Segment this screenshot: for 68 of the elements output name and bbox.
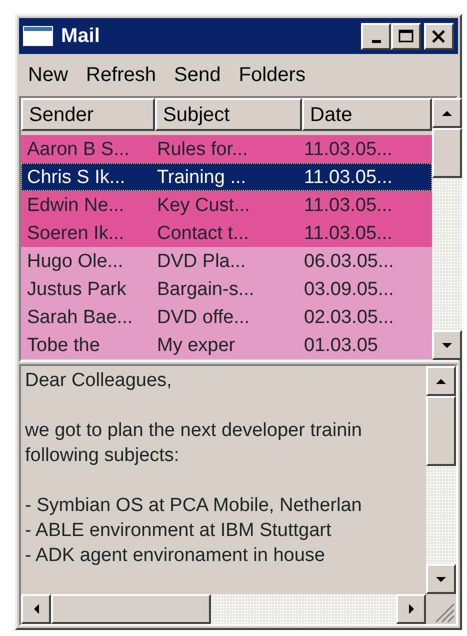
table-cell-text: Rules for... [156, 140, 249, 158]
scroll-up-button[interactable] [426, 366, 456, 396]
text-line: following subjects: [25, 444, 180, 468]
table-cell-text: Tobe the [26, 336, 101, 354]
table-cell-text: 01.03.05 [303, 336, 379, 354]
maximize-icon [398, 28, 414, 44]
column-header[interactable]: Date [302, 98, 432, 131]
table-cell-text: Contact t... [156, 224, 250, 242]
scrollbar-thumb[interactable] [432, 128, 462, 178]
table-row[interactable]: Chris S Ik... Training ... 11.03.05... [21, 163, 432, 191]
column-header[interactable]: Sender [21, 98, 155, 131]
table-cell-text: Training ... [156, 168, 248, 186]
scrollbar-thumb[interactable] [426, 396, 456, 466]
table-row[interactable]: Justus Park Bargain-s... 03.09.05... [21, 275, 432, 303]
table-cell-text: DVD offe... [156, 308, 251, 326]
table-cell-text: Soeren Ik... [26, 224, 126, 242]
table-cell-text: Aaron B S... [26, 140, 130, 158]
minimize-icon [372, 40, 380, 42]
left-arrow-icon [32, 603, 40, 615]
right-arrow-icon [406, 603, 416, 615]
window-icon [23, 26, 53, 46]
menu-item[interactable]: New [19, 65, 78, 85]
table-row[interactable]: Tobe the My exper 01.03.05 [21, 331, 432, 359]
table-cell-text: Key Cust... [156, 196, 251, 214]
table-cell-text: Sarah Bae... [26, 308, 134, 326]
text-line: - Symbian OS at PCA Mobile, Netherlan [25, 494, 362, 518]
table-cell-text: 11.03.05... [303, 168, 394, 186]
maximize-button[interactable] [391, 22, 421, 50]
table-cell-text: 03.09.05... [303, 280, 395, 298]
table-cell-text: Chris S Ik... [26, 168, 126, 186]
table-cell-text: Bargain-s... [156, 280, 256, 298]
scroll-down-button[interactable] [432, 330, 462, 360]
table-cell-text: DVD Pla... [156, 252, 247, 270]
text-line: - ADK agent environament in house [25, 544, 325, 568]
close-icon [431, 28, 447, 44]
table-row[interactable]: Sarah Bae... DVD offe... 02.03.05... [21, 303, 432, 331]
menu-item[interactable]: Send [165, 65, 230, 85]
scroll-up-button[interactable] [432, 98, 462, 128]
text-line: Dear Colleagues, [25, 369, 172, 393]
scroll-down-button[interactable] [426, 564, 456, 594]
down-arrow-icon [435, 574, 447, 584]
table-cell-text: 11.03.05... [303, 224, 394, 242]
table-cell-text: My exper [156, 336, 236, 354]
table-cell-text: Justus Park [26, 280, 128, 298]
table-cell-text: 11.03.05... [303, 196, 394, 214]
window-title: Mail [61, 24, 101, 49]
table-row[interactable]: Aaron B S... Rules for... 11.03.05... [21, 135, 432, 163]
table-cell-text: 02.03.05... [303, 308, 395, 326]
table-cell-text: 06.03.05... [303, 252, 395, 270]
column-header[interactable]: Subject [155, 98, 302, 131]
table-cell-text: Edwin Ne... [26, 196, 126, 214]
minimize-button[interactable] [361, 22, 391, 50]
scroll-right-button[interactable] [396, 594, 426, 624]
table-cell-text: 11.03.05... [303, 140, 394, 158]
text-line: - ABLE environment at IBM Stuttgart [25, 519, 332, 543]
table-row[interactable]: Hugo Ole... DVD Pla... 06.03.05... [21, 247, 432, 275]
menu-item[interactable]: Refresh [77, 65, 166, 85]
scroll-left-button[interactable] [21, 594, 51, 624]
menu-item[interactable]: Folders [230, 65, 314, 85]
up-arrow-icon [435, 376, 447, 386]
scrollbar-thumb[interactable] [51, 594, 211, 624]
up-arrow-icon [441, 108, 453, 118]
close-button[interactable] [424, 22, 454, 50]
text-line: we got to plan the next developer trainin [25, 419, 362, 443]
table-cell-text: Hugo Ole... [26, 252, 124, 270]
table-row[interactable]: Edwin Ne... Key Cust... 11.03.05... [21, 191, 432, 219]
table-row[interactable]: Soeren Ik... Contact t... 11.03.05... [21, 219, 432, 247]
down-arrow-icon [441, 340, 453, 350]
